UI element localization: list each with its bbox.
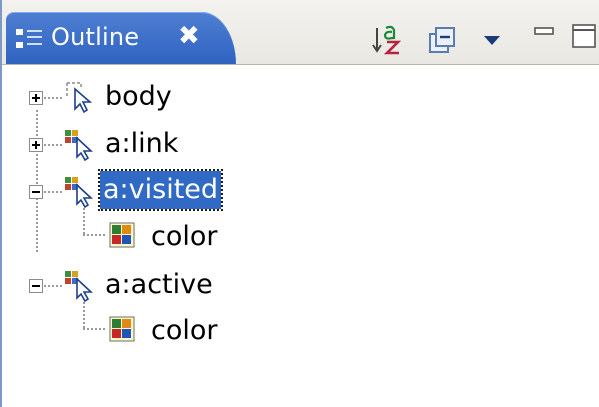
property-icon [109,316,135,342]
outline-tab[interactable]: Outline ✖ [6,12,236,64]
compound-selector-icon [65,130,94,161]
outline-tree: body a:link a:visited color a:active col… [2,64,599,407]
collapse-icon[interactable] [29,279,43,293]
tree-item-label: color [151,315,218,346]
collapse-all-icon[interactable] [428,26,458,56]
collapse-icon[interactable] [29,185,43,199]
tree-item-label: a:active [105,269,213,300]
outline-view: Outline ✖ body a:link a:visited color a:… [0,0,599,407]
tree-item-a-visited[interactable]: a:visited [2,168,599,214]
expand-icon[interactable] [29,91,43,105]
tree-item-label: body [105,81,172,112]
expand-icon[interactable] [29,138,43,152]
property-icon [109,222,135,248]
tree-item-color[interactable]: color [2,309,599,355]
tree-item-a-link[interactable]: a:link [2,121,599,167]
view-header: Outline ✖ [2,0,599,65]
tree-item-label: color [151,221,218,252]
tree-item-color[interactable]: color [2,215,599,261]
selector-icon [66,82,93,114]
view-menu-dropdown-icon[interactable] [482,34,502,48]
tree-item-body[interactable]: body [2,74,599,120]
maximize-icon[interactable] [572,24,598,50]
sort-alphabetically-icon[interactable] [372,24,404,56]
tree-item-a-active[interactable]: a:active [2,262,599,308]
tree-item-label: a:link [105,128,179,159]
compound-selector-icon [65,271,94,302]
close-icon[interactable]: ✖ [178,21,200,51]
minimize-icon[interactable] [534,24,556,38]
tab-title: Outline [51,23,140,51]
outline-icon [16,29,42,48]
tree-item-label: a:visited [97,169,224,211]
compound-selector-icon [65,177,94,208]
